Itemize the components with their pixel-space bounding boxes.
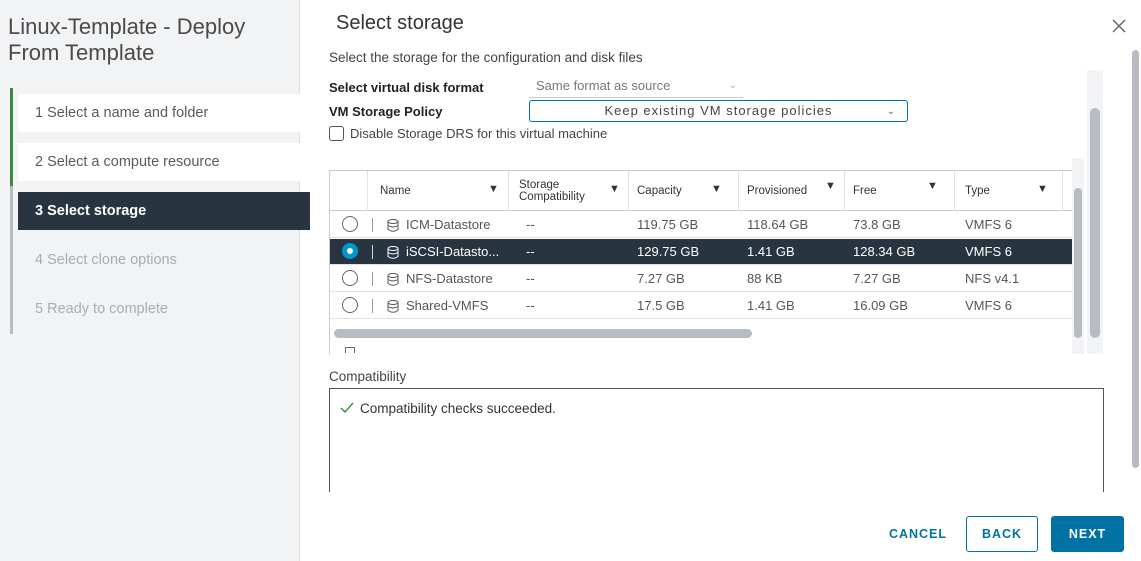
disk-format-select[interactable]: Same format as source ⌄ [529, 76, 743, 98]
row-radio[interactable] [342, 270, 358, 286]
cell-compatibility: -- [526, 271, 535, 286]
cell-capacity: 129.75 GB [637, 244, 700, 259]
wizard-steps: 1 Select a name and folder 2 Select a co… [10, 88, 310, 334]
cell-name: iSCSI-Datasto... [406, 244, 500, 259]
column-header-capacity[interactable]: Capacity ▼ [629, 171, 739, 211]
chevron-down-icon: ⌄ [886, 106, 895, 117]
cell-type: VMFS 6 [965, 244, 1012, 259]
column-header-type[interactable]: Type ▼ [955, 171, 1063, 211]
step-select-storage[interactable]: 3 Select storage [18, 192, 310, 230]
cell-type: VMFS 6 [965, 298, 1012, 313]
grid-header-select [330, 171, 368, 211]
cell-name: Shared-VMFS [406, 298, 489, 313]
filter-icon[interactable]: ▼ [927, 180, 938, 192]
table-row[interactable]: Shared-VMFS -- 17.5 GB 1.41 GB 16.09 GB … [330, 293, 1072, 319]
steps-rail-completed [10, 88, 13, 186]
compatibility-label: Compatibility [329, 369, 407, 384]
step-select-name-folder[interactable]: 1 Select a name and folder [18, 94, 310, 132]
disable-drs-label: Disable Storage DRS for this virtual mac… [350, 126, 608, 141]
disable-drs-checkbox[interactable] [329, 126, 344, 141]
column-header-provisioned[interactable]: Provisioned ▼ [739, 171, 845, 211]
cell-provisioned: 1.41 GB [747, 244, 795, 259]
cell-free: 16.09 GB [853, 298, 908, 313]
cell-provisioned: 118.64 GB [747, 217, 809, 232]
cell-name: NFS-Datastore [406, 271, 493, 286]
filter-icon[interactable]: ▼ [825, 180, 836, 192]
wizard-title: Linux-Template - Deploy From Template [8, 14, 246, 65]
content-vertical-scrollbar[interactable] [1087, 70, 1103, 354]
table-row-selected[interactable]: iSCSI-Datasto... -- 129.75 GB 1.41 GB 12… [330, 239, 1072, 265]
storage-policy-select[interactable]: Keep existing VM storage policies ⌄ [529, 100, 908, 122]
filter-icon[interactable]: ▼ [488, 183, 499, 195]
row-radio[interactable] [342, 297, 358, 313]
row-divider [372, 218, 373, 232]
cell-compatibility: -- [526, 217, 535, 232]
cell-name: ICM-Datastore [406, 217, 491, 232]
column-header-storage-compatibility[interactable]: Storage Compatibility ▼ [509, 171, 629, 211]
cell-type: NFS v4.1 [965, 271, 1020, 286]
disk-format-label: Select virtual disk format [329, 80, 484, 95]
compatibility-panel: Compatibility checks succeeded. [329, 388, 1104, 492]
cell-provisioned: 88 KB [747, 271, 783, 286]
close-icon[interactable] [1112, 17, 1126, 37]
scrollbar-thumb[interactable] [1090, 108, 1100, 338]
cell-type: VMFS 6 [965, 217, 1012, 232]
wizard-sidebar: Linux-Template - Deploy From Template 1 … [0, 0, 310, 561]
row-divider [372, 245, 373, 259]
check-icon [340, 402, 354, 414]
scrollbar-thumb[interactable] [1074, 188, 1082, 338]
cell-free: 128.34 GB [853, 244, 916, 259]
table-row[interactable]: NFS-Datastore -- 7.27 GB 88 KB 7.27 GB N… [330, 266, 1072, 292]
storage-policy-label: VM Storage Policy [329, 104, 443, 119]
row-divider [372, 272, 373, 286]
row-radio[interactable] [342, 243, 358, 259]
column-toggle-icon[interactable] [345, 347, 355, 353]
next-button[interactable]: NEXT [1051, 516, 1124, 552]
cell-capacity: 7.27 GB [637, 271, 685, 286]
grid-horizontal-scrollbar[interactable] [334, 329, 752, 338]
cell-compatibility: -- [526, 298, 535, 313]
chevron-down-icon: ⌄ [728, 80, 737, 91]
column-header-name[interactable]: Name ▼ [368, 171, 509, 211]
page-subtitle: Select the storage for the configuration… [329, 50, 643, 65]
filter-icon[interactable]: ▼ [609, 183, 620, 195]
grid-header: Name ▼ Storage Compatibility ▼ Capacity … [330, 171, 1072, 211]
cell-capacity: 17.5 GB [637, 298, 685, 313]
back-button[interactable]: BACK [966, 516, 1038, 552]
compatibility-message: Compatibility checks succeeded. [360, 401, 556, 416]
step-ready-to-complete: 5 Ready to complete [35, 301, 168, 317]
cell-free: 7.27 GB [853, 271, 901, 286]
datastore-grid: Name ▼ Storage Compatibility ▼ Capacity … [329, 170, 1072, 354]
cell-capacity: 119.75 GB [637, 217, 699, 232]
page-title: Select storage [336, 12, 464, 34]
cell-free: 73.8 GB [853, 217, 901, 232]
disk-format-value: Same format as source [536, 78, 671, 93]
cell-provisioned: 1.41 GB [747, 298, 795, 313]
step-select-clone-options: 4 Select clone options [35, 252, 177, 268]
cell-compatibility: -- [526, 244, 535, 259]
filter-icon[interactable]: ▼ [1037, 183, 1048, 195]
row-radio[interactable] [342, 216, 358, 232]
filter-icon[interactable]: ▼ [711, 183, 722, 195]
step-select-compute-resource[interactable]: 2 Select a compute resource [18, 143, 310, 181]
table-row[interactable]: ICM-Datastore -- 119.75 GB 118.64 GB 73.… [330, 212, 1072, 238]
cancel-button[interactable]: CANCEL [876, 516, 960, 552]
column-header-free[interactable]: Free ▼ [845, 171, 955, 211]
scrollbar-thumb[interactable] [1132, 50, 1139, 468]
storage-policy-value: Keep existing VM storage policies [604, 103, 833, 118]
page-vertical-scrollbar[interactable] [1130, 50, 1141, 470]
row-divider [372, 299, 373, 313]
grid-vertical-scrollbar[interactable] [1072, 158, 1084, 354]
